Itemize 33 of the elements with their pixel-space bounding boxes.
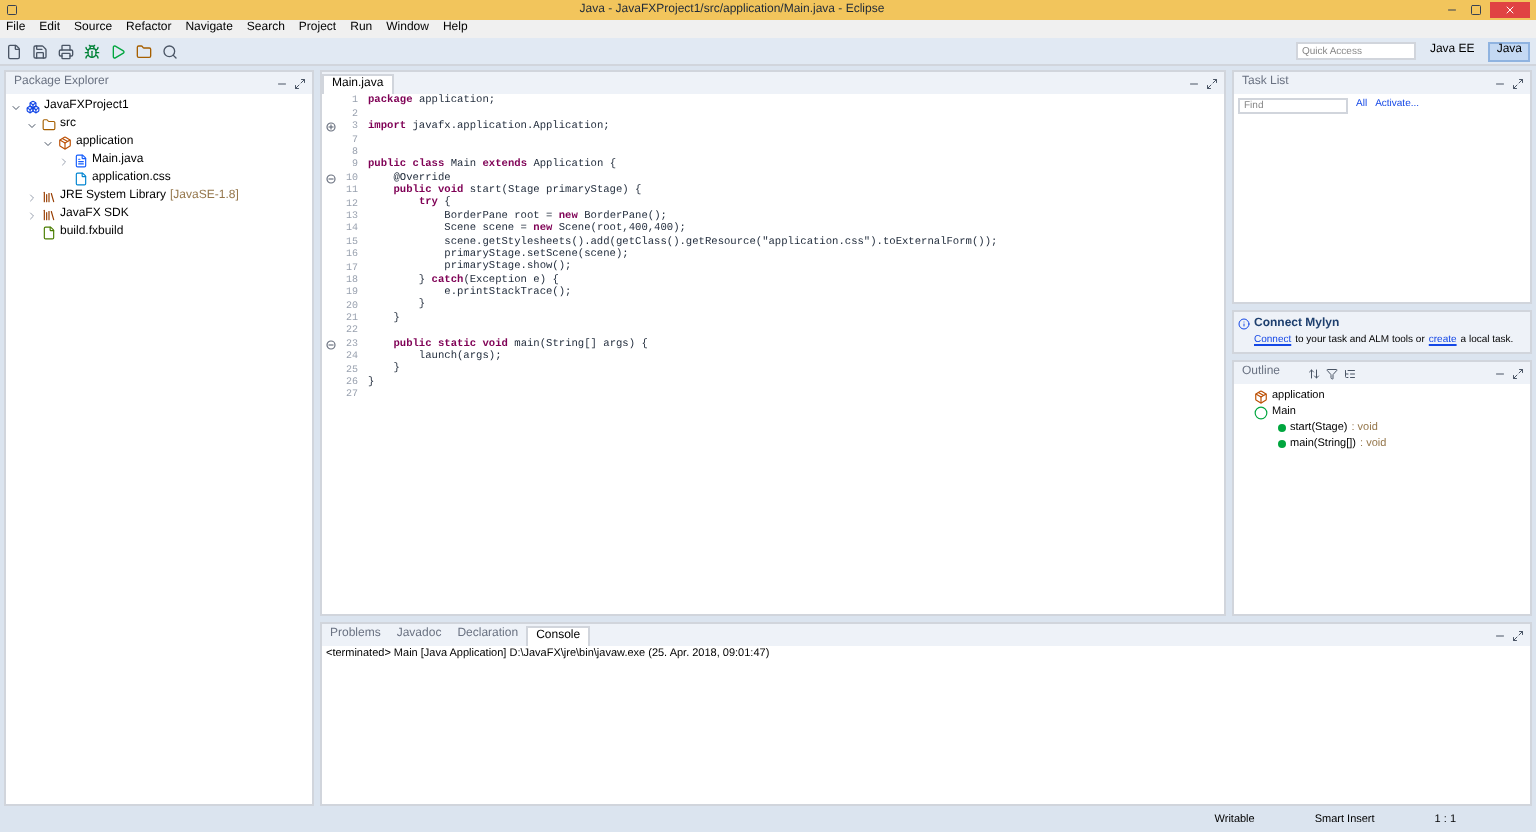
- minimize-icon[interactable]: [1494, 77, 1506, 89]
- filter-icon[interactable]: [1326, 367, 1339, 379]
- library-icon: [42, 208, 56, 222]
- folder-icon: [42, 118, 56, 132]
- minimize-icon[interactable]: [1188, 77, 1200, 89]
- file-icon: [42, 226, 56, 240]
- project-icon: [26, 100, 40, 114]
- debug-icon[interactable]: [84, 43, 100, 59]
- class-icon: [1254, 405, 1268, 419]
- folder-icon[interactable]: [136, 43, 152, 59]
- save-icon[interactable]: [32, 43, 48, 59]
- minimize-icon[interactable]: [1494, 367, 1506, 379]
- minimize-icon[interactable]: [276, 77, 288, 89]
- css-file-icon: [74, 172, 88, 186]
- library-icon: [42, 190, 56, 204]
- print-icon[interactable]: [58, 43, 74, 59]
- minimize-icon[interactable]: [1494, 629, 1506, 641]
- sort-icon[interactable]: [1308, 367, 1321, 379]
- run-icon[interactable]: [110, 43, 126, 59]
- maximize-icon[interactable]: [1470, 4, 1482, 16]
- tree-icon[interactable]: [1344, 367, 1357, 379]
- collapse-fold-icon[interactable]: [325, 174, 335, 185]
- close-icon: [1504, 4, 1516, 16]
- expand-fold-icon[interactable]: [325, 122, 335, 133]
- minimize-icon[interactable]: [1446, 4, 1458, 16]
- new-file-icon[interactable]: [6, 43, 22, 59]
- collapse-fold-icon[interactable]: [325, 340, 335, 351]
- package-icon: [58, 136, 72, 150]
- info-icon: [1238, 318, 1250, 330]
- package-icon: [1254, 389, 1268, 403]
- java-file-icon: [74, 154, 88, 168]
- search-icon[interactable]: [162, 43, 178, 59]
- app-icon: [6, 4, 18, 16]
